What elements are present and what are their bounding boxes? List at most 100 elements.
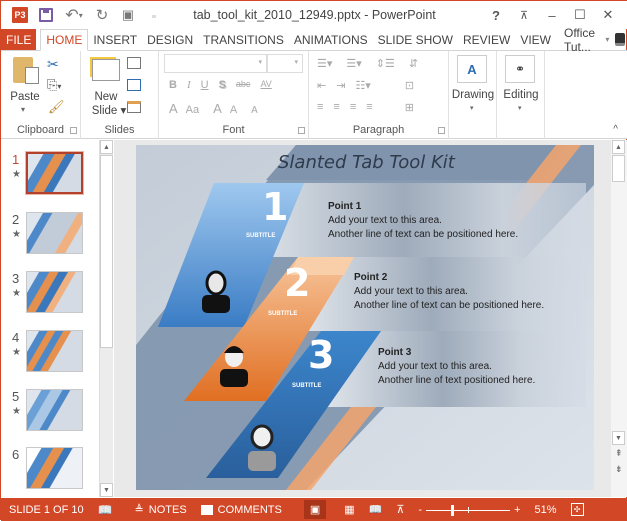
normal-view-button[interactable]: ▣ xyxy=(303,500,327,519)
slide-thumbnail-pane: 1 ★ 2 ★ 3 ★ 4 ★ 5 ★ 6 xyxy=(1,140,113,497)
slide-sorter-button[interactable]: ▦ xyxy=(344,503,354,516)
align-text-icon[interactable]: ⊡ xyxy=(405,79,414,92)
ribbon-display-options-button[interactable]: ⊼ xyxy=(510,5,538,25)
point-3-text[interactable]: Point 3 Add your text to this area. Anothe… xyxy=(378,346,535,388)
editing-group[interactable]: ⚭ Editing ▾ xyxy=(497,51,545,139)
slide-thumbnail[interactable]: 4 ★ xyxy=(9,330,109,380)
copy-icon[interactable]: ⎘▾ xyxy=(47,77,61,93)
point-1-text[interactable]: Point 1 Add your text to this area. Anothe… xyxy=(328,200,518,242)
slide-thumbnail[interactable]: 3 ★ xyxy=(9,271,109,321)
spell-check-icon[interactable]: 📖 xyxy=(98,503,113,517)
align-right-icon[interactable]: ≡ xyxy=(350,101,356,114)
scroll-thumb[interactable] xyxy=(100,155,113,348)
bold-button[interactable]: B xyxy=(169,79,177,91)
tab-view[interactable]: VIEW xyxy=(515,29,556,50)
maximize-button[interactable]: ☐ xyxy=(566,5,594,25)
decrease-indent-icon[interactable]: ⇤ xyxy=(317,79,326,92)
italic-button[interactable]: I xyxy=(187,79,191,91)
fit-to-window-button[interactable]: ✣ xyxy=(570,503,584,516)
comments-button[interactable]: COMMENTS xyxy=(200,504,282,516)
tab-file[interactable]: FILE xyxy=(1,29,37,50)
next-slide-button[interactable]: ⇟ xyxy=(615,464,623,475)
font-dialog-launcher[interactable] xyxy=(298,127,305,134)
slide-thumbnail[interactable]: 5 ★ xyxy=(9,389,109,439)
format-painter-icon[interactable]: 🖌 xyxy=(48,99,65,115)
text-direction-icon[interactable]: ⇵ xyxy=(409,57,418,70)
binoculars-icon: ⚭ xyxy=(505,55,535,83)
font-name-dropdown[interactable]: ▾ xyxy=(164,54,267,73)
save-icon[interactable] xyxy=(35,5,57,25)
layout-icon[interactable] xyxy=(127,57,141,69)
scroll-thumb[interactable] xyxy=(612,155,625,182)
tab-transitions[interactable]: TRANSITIONS xyxy=(198,29,289,50)
slide-thumbnail[interactable]: 1 ★ xyxy=(9,151,109,202)
tab-insert[interactable]: INSERT xyxy=(88,29,142,50)
point-2-text[interactable]: Point 2 Add your text to this area. Anothe… xyxy=(354,271,544,313)
zoom-in-button[interactable]: + xyxy=(514,504,520,516)
reset-icon[interactable] xyxy=(127,79,141,91)
slide-canvas[interactable]: Slanted Tab Tool Kit 1 SUBTITLE Point 1A… xyxy=(136,145,594,490)
start-slideshow-icon[interactable]: ▣ xyxy=(117,5,139,25)
scroll-up-button[interactable]: ▲ xyxy=(100,140,113,154)
increase-indent-icon[interactable]: ⇥ xyxy=(336,79,345,92)
help-button[interactable]: ? xyxy=(482,5,510,25)
change-case-button[interactable]: Aa xyxy=(186,104,199,116)
columns-icon[interactable]: ☷▾ xyxy=(355,79,370,92)
shadow-button[interactable]: S xyxy=(219,79,226,91)
align-center-icon[interactable]: ≡ xyxy=(333,101,339,114)
font-color-button[interactable]: A xyxy=(169,101,178,116)
undo-icon[interactable]: ↶ ▾ xyxy=(61,5,87,25)
minimize-button[interactable]: – xyxy=(538,5,566,25)
tab-design[interactable]: DESIGN xyxy=(142,29,198,50)
close-button[interactable]: ✕ xyxy=(594,5,622,25)
clear-formatting-icon[interactable]: A xyxy=(251,105,258,116)
thumbnail-scrollbar[interactable]: ▲ ▼ xyxy=(99,140,113,497)
paragraph-dialog-launcher[interactable] xyxy=(438,127,445,134)
ribbon-tabs: FILE HOME INSERT DESIGN TRANSITIONS ANIM… xyxy=(1,26,627,54)
justify-icon[interactable]: ≡ xyxy=(366,101,372,114)
smartart-icon[interactable]: ⊞ xyxy=(405,101,414,114)
cut-icon[interactable]: ✂ xyxy=(47,56,59,73)
paste-button[interactable]: Paste ▾ xyxy=(9,57,41,117)
scroll-down-button[interactable]: ▼ xyxy=(612,431,625,445)
redo-icon[interactable]: ↻ xyxy=(91,5,113,25)
zoom-level[interactable]: 51% xyxy=(535,504,557,516)
editor-scrollbar[interactable]: ▲ ▼ ⇞ ⇟ xyxy=(611,140,627,497)
section-icon[interactable] xyxy=(127,101,141,113)
customize-qat-icon[interactable]: ₌ xyxy=(143,5,165,25)
numbering-icon[interactable]: ☰▾ xyxy=(346,57,361,70)
notes-button[interactable]: ≜ NOTES xyxy=(135,503,187,517)
underline-button[interactable]: U xyxy=(201,79,209,91)
new-slide-button[interactable]: New Slide ▾ xyxy=(89,57,126,119)
increase-font-button[interactable]: A xyxy=(213,101,222,116)
powerpoint-app-icon[interactable]: P3 xyxy=(9,5,31,25)
account-menu[interactable]: Office Tut... ▾ xyxy=(560,26,627,54)
font-size-dropdown[interactable]: ▾ xyxy=(267,54,303,73)
tab-home[interactable]: HOME xyxy=(40,29,89,51)
line-spacing-icon[interactable]: ⇕☰ xyxy=(376,57,395,70)
slide-show-button[interactable]: ⊼ xyxy=(396,503,404,516)
scroll-down-button[interactable]: ▼ xyxy=(100,483,113,497)
zoom-slider[interactable] xyxy=(426,504,511,516)
clipboard-dialog-launcher[interactable] xyxy=(70,127,77,134)
point-3-subtitle: SUBTITLE xyxy=(292,383,322,389)
decrease-font-button[interactable]: A xyxy=(230,104,237,116)
align-left-icon[interactable]: ≡ xyxy=(317,101,323,114)
scroll-up-button[interactable]: ▲ xyxy=(612,140,625,154)
tab-review[interactable]: REVIEW xyxy=(458,29,515,50)
slide-thumbnail[interactable]: 6 xyxy=(9,447,109,497)
font-group: ▾ ▾ B I U S abc AV A Aa A A A Font xyxy=(159,51,309,139)
zoom-slider-thumb[interactable] xyxy=(451,504,455,516)
reading-view-button[interactable]: 📖 xyxy=(369,503,383,516)
slide-title[interactable]: Slanted Tab Tool Kit xyxy=(278,152,455,173)
bullets-icon[interactable]: ☰▾ xyxy=(317,57,332,70)
tab-slide-show[interactable]: SLIDE SHOW xyxy=(373,29,458,50)
strikethrough-button[interactable]: abc xyxy=(236,79,251,91)
slide-thumbnail[interactable]: 2 ★ xyxy=(9,212,109,262)
character-spacing-button[interactable]: AV xyxy=(260,79,271,91)
zoom-out-button[interactable]: - xyxy=(418,504,422,516)
previous-slide-button[interactable]: ⇞ xyxy=(615,448,623,459)
collapse-ribbon-button[interactable]: ^ xyxy=(613,124,618,135)
drawing-group[interactable]: A Drawing ▾ xyxy=(449,51,497,139)
tab-animations[interactable]: ANIMATIONS xyxy=(289,29,373,50)
